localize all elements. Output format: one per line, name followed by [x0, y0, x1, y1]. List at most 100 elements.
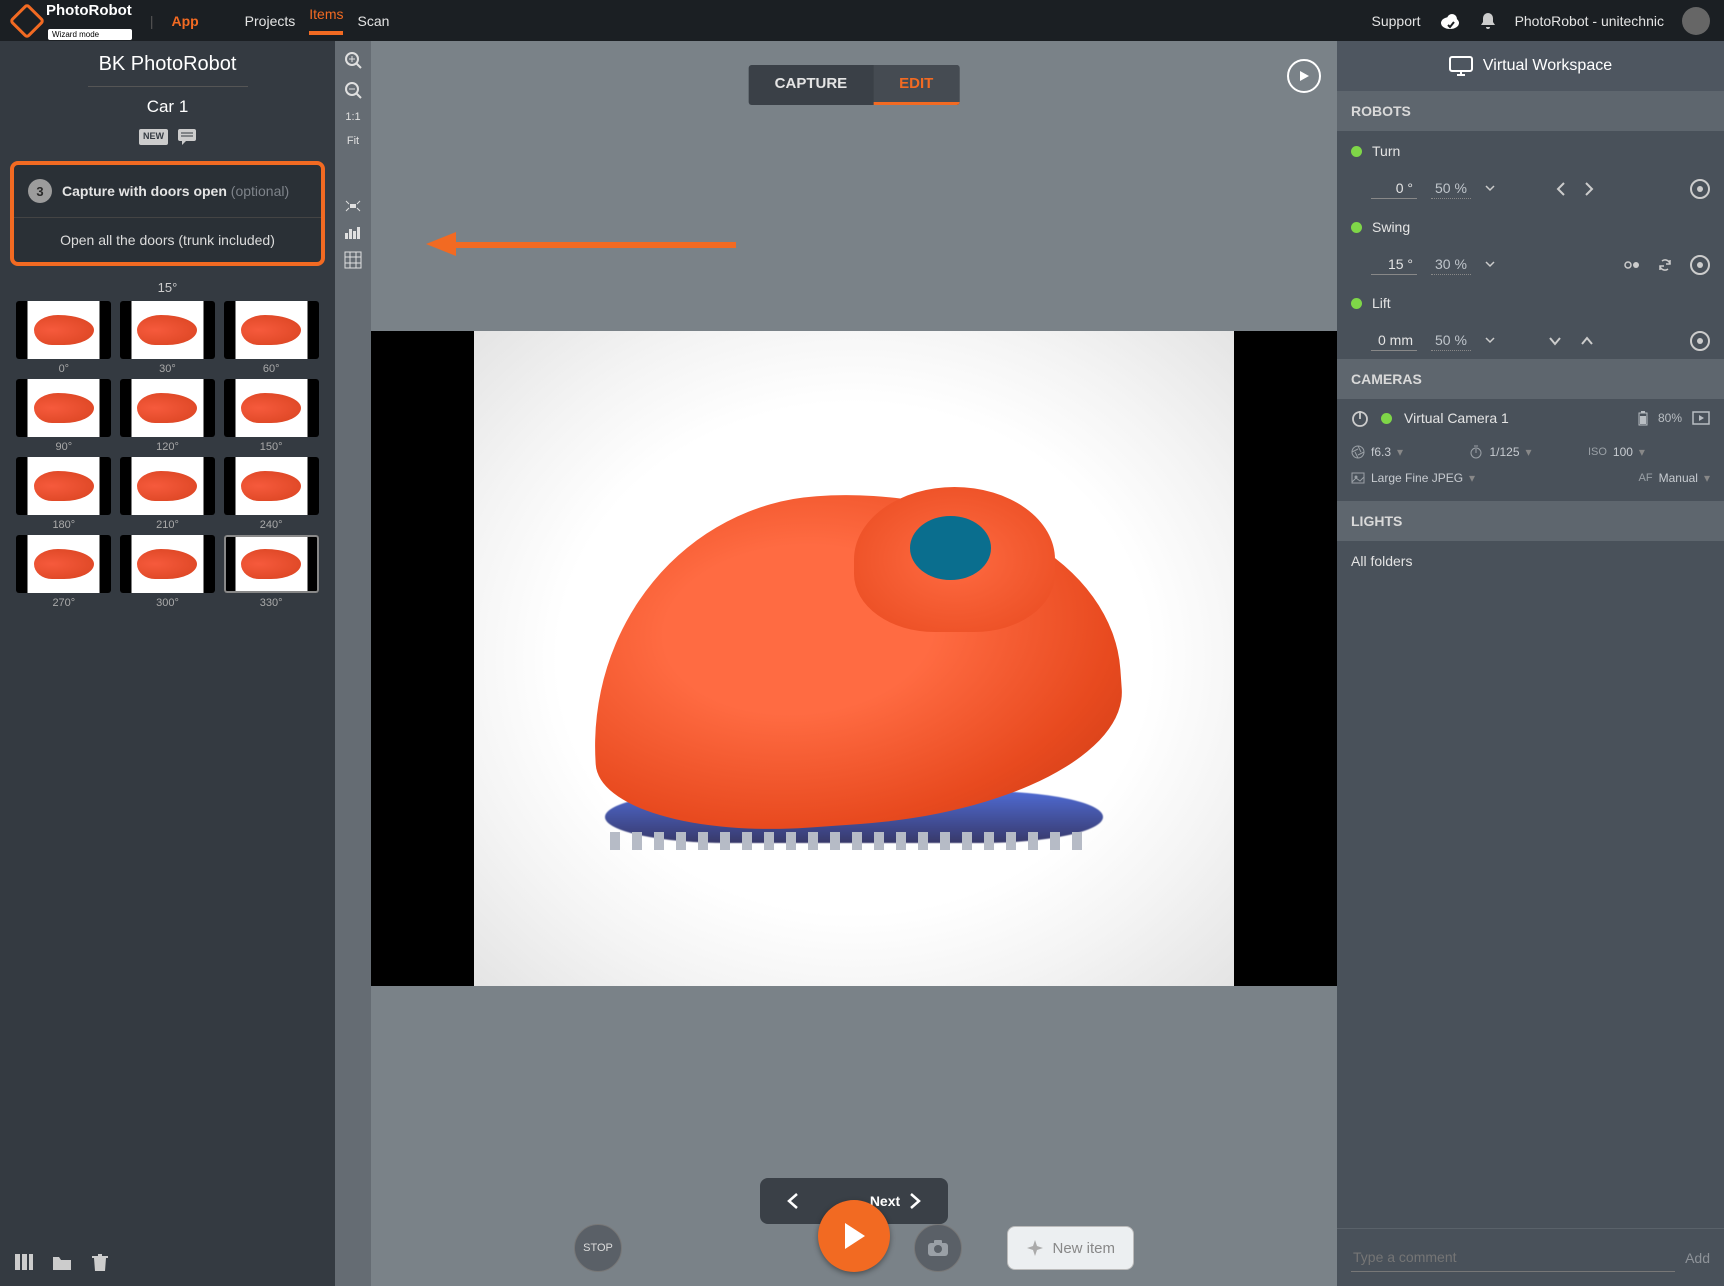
- turn-speed[interactable]: 50 %: [1431, 180, 1471, 199]
- nav-projects[interactable]: Projects: [245, 13, 296, 29]
- cloud-icon[interactable]: [1439, 10, 1461, 32]
- target-icon[interactable]: [1690, 179, 1710, 199]
- thumbnail-grid: 0°30°60° 90°120°150° 180°210°240° 270°300°3…: [0, 301, 335, 609]
- histogram-icon[interactable]: [344, 225, 362, 239]
- robot-lift-label: Lift: [1372, 295, 1391, 311]
- project-title[interactable]: BK PhotoRobot: [0, 53, 335, 76]
- support-link[interactable]: Support: [1372, 13, 1421, 29]
- chevron-down-icon[interactable]: [1485, 183, 1495, 193]
- camera-button[interactable]: [914, 1224, 962, 1272]
- grid-icon[interactable]: [344, 251, 362, 269]
- zoom-fit[interactable]: Fit: [347, 135, 359, 147]
- thumb-120°[interactable]: 120°: [118, 379, 218, 453]
- rotate-icon[interactable]: [1658, 258, 1672, 272]
- step-body: Open all the doors (trunk included): [14, 217, 321, 262]
- step-number: 3: [28, 179, 52, 203]
- iso-setting[interactable]: ISO100▾: [1588, 439, 1706, 465]
- thumb-30°[interactable]: 30°: [118, 301, 218, 375]
- new-item-button[interactable]: New item: [1007, 1226, 1134, 1270]
- step-optional: (optional): [231, 183, 289, 199]
- comment-icon[interactable]: [178, 129, 196, 145]
- item-title[interactable]: Car 1: [0, 97, 335, 117]
- zoom-1to1[interactable]: 1:1: [345, 111, 360, 123]
- sidebar-footer: [0, 1238, 335, 1286]
- tab-capture[interactable]: CAPTURE: [749, 65, 874, 105]
- thumb-240°[interactable]: 240°: [221, 457, 321, 531]
- lights-folders[interactable]: All folders: [1337, 541, 1724, 581]
- next-button[interactable]: Next: [870, 1192, 922, 1210]
- chevron-right-icon[interactable]: [1584, 182, 1594, 196]
- nav-items[interactable]: Items: [309, 6, 343, 35]
- lift-speed[interactable]: 50 %: [1431, 332, 1471, 351]
- light-tool-icon[interactable]: [344, 199, 362, 213]
- logo-icon: [9, 2, 46, 39]
- swing-value[interactable]: 15 °: [1371, 256, 1417, 275]
- playback-icon[interactable]: [1287, 59, 1321, 93]
- app-link[interactable]: App: [171, 13, 198, 29]
- sparkle-icon: [1026, 1239, 1044, 1257]
- stop-button[interactable]: STOP: [574, 1224, 622, 1272]
- chevron-down-icon[interactable]: [1485, 259, 1495, 269]
- chevron-up-icon[interactable]: [1580, 336, 1594, 346]
- robot-turn-controls[interactable]: 0 ° 50 %: [1337, 171, 1724, 207]
- thumb-150°[interactable]: 150°: [221, 379, 321, 453]
- power-icon[interactable]: [1351, 409, 1369, 427]
- comment-input[interactable]: [1351, 1243, 1675, 1272]
- target-icon[interactable]: [1690, 255, 1710, 275]
- add-comment-button[interactable]: Add: [1685, 1250, 1710, 1266]
- zoom-in-icon[interactable]: [344, 51, 362, 69]
- step-title: Capture with doors open: [62, 183, 227, 199]
- chevron-left-icon[interactable]: [1556, 182, 1566, 196]
- user-name[interactable]: PhotoRobot - unitechnic: [1515, 13, 1664, 29]
- af-mode-setting[interactable]: AFManual▾: [1559, 465, 1710, 491]
- link-icon[interactable]: [1624, 259, 1640, 271]
- prev-button[interactable]: [786, 1192, 800, 1210]
- robot-swing-controls[interactable]: 15 ° 30 %: [1337, 247, 1724, 283]
- thumb-90°[interactable]: 90°: [14, 379, 114, 453]
- sidebar: BK PhotoRobot Car 1 NEW 3 Capture with d…: [0, 41, 335, 1286]
- camera-name[interactable]: Virtual Camera 1: [1404, 410, 1509, 426]
- brand-name: PhotoRobot: [46, 2, 132, 19]
- workspace-header[interactable]: Virtual Workspace: [1337, 41, 1724, 91]
- liveview-icon[interactable]: [1692, 411, 1710, 425]
- turn-value[interactable]: 0 °: [1371, 180, 1417, 199]
- columns-icon[interactable]: [14, 1252, 34, 1272]
- section-lights[interactable]: LIGHTS: [1337, 501, 1724, 541]
- target-icon[interactable]: [1690, 331, 1710, 351]
- trash-icon[interactable]: [90, 1252, 110, 1272]
- format-setting[interactable]: Large Fine JPEG▾: [1351, 465, 1559, 491]
- nav-scan[interactable]: Scan: [357, 13, 389, 29]
- aperture-setting[interactable]: f6.3▾: [1351, 439, 1469, 465]
- robot-lift-controls[interactable]: 0 mm 50 %: [1337, 323, 1724, 359]
- chevron-down-icon[interactable]: [1548, 336, 1562, 346]
- section-cameras[interactable]: CAMERAS: [1337, 359, 1724, 399]
- section-robots[interactable]: ROBOTS: [1337, 91, 1724, 131]
- robot-swing-label: Swing: [1372, 219, 1410, 235]
- product-image: [589, 494, 1119, 824]
- thumb-300°[interactable]: 300°: [118, 535, 218, 609]
- zoom-out-icon[interactable]: [344, 81, 362, 99]
- avatar[interactable]: [1682, 7, 1710, 35]
- thumb-210°[interactable]: 210°: [118, 457, 218, 531]
- new-badge[interactable]: NEW: [139, 129, 168, 145]
- thumb-270°[interactable]: 270°: [14, 535, 114, 609]
- thumb-330°[interactable]: 330°: [221, 535, 321, 609]
- chevron-down-icon[interactable]: [1485, 335, 1495, 345]
- thumb-0°[interactable]: 0°: [14, 301, 114, 375]
- logo[interactable]: PhotoRobot Wizard mode: [14, 2, 132, 40]
- topbar: PhotoRobot Wizard mode | App Projects It…: [0, 0, 1724, 41]
- thumb-60°[interactable]: 60°: [221, 301, 321, 375]
- folder-icon[interactable]: [52, 1252, 72, 1272]
- shutter-setting[interactable]: 1/125▾: [1469, 439, 1587, 465]
- photo-frame: [371, 331, 1337, 986]
- thumb-180°[interactable]: 180°: [14, 457, 114, 531]
- tool-column: 1:1 Fit: [335, 41, 371, 1286]
- tab-edit[interactable]: EDIT: [873, 65, 959, 105]
- timer-icon: [1469, 445, 1483, 459]
- camera-row: Virtual Camera 1 80%: [1337, 399, 1724, 437]
- robot-turn-label: Turn: [1372, 143, 1400, 159]
- swing-speed[interactable]: 30 %: [1431, 256, 1471, 275]
- bell-icon[interactable]: [1479, 11, 1497, 31]
- status-dot: [1351, 222, 1362, 233]
- lift-value[interactable]: 0 mm: [1371, 332, 1417, 351]
